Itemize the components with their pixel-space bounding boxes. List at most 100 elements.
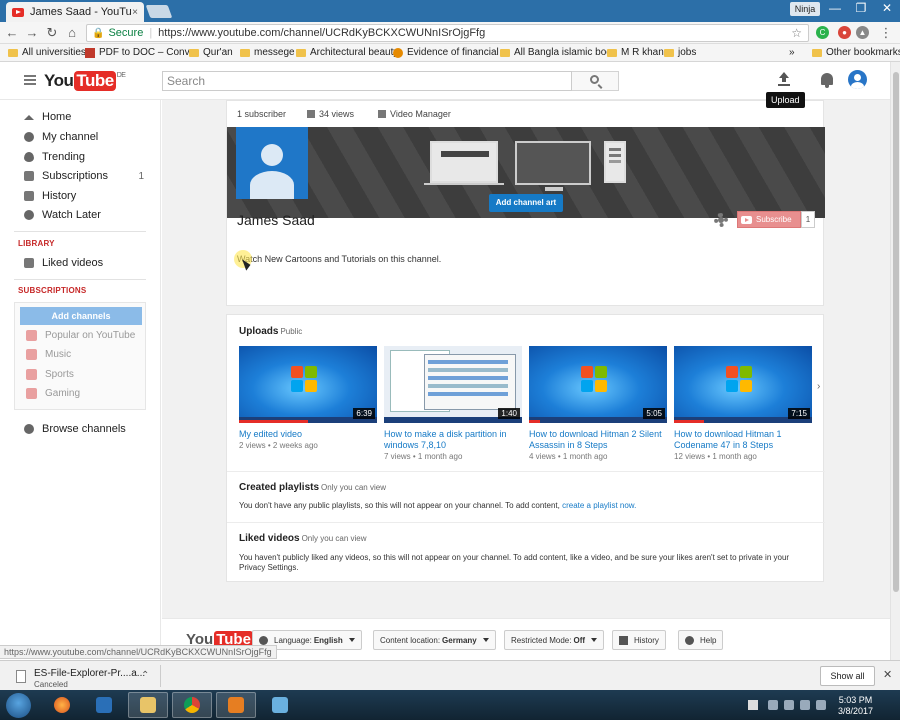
video-title[interactable]: How to make a disk partition in windows … — [384, 429, 522, 451]
subscribe-button[interactable]: Subscribe — [737, 211, 801, 228]
close-download-bar-icon[interactable]: ✕ — [883, 668, 892, 681]
video-thumbnail[interactable]: 1:40 — [384, 346, 522, 423]
taskbar-app-blue[interactable] — [260, 692, 300, 718]
windows-logo-icon — [581, 366, 607, 392]
bookmark-item[interactable]: jobs — [664, 47, 696, 58]
search-button[interactable] — [572, 71, 619, 91]
volume-icon[interactable] — [800, 700, 810, 710]
suggested-channel-popular[interactable]: Popular on YouTube — [26, 330, 135, 341]
channel-name: James Saad — [237, 212, 315, 228]
sidebar-item-liked-videos[interactable]: Liked videos — [24, 255, 144, 271]
suggested-channel-music[interactable]: Music — [26, 349, 71, 360]
extension-icon-green[interactable]: C — [816, 26, 829, 39]
bookmarks-bar: All universities PDF to DOC – Conver Qur… — [0, 44, 900, 62]
bookmark-item[interactable]: Qur'an — [189, 47, 233, 58]
tab-close-icon[interactable]: × — [132, 7, 138, 18]
taskbar-firefox[interactable] — [42, 692, 82, 718]
hamburger-menu-icon[interactable] — [24, 75, 36, 87]
suggested-channel-gaming[interactable]: Gaming — [26, 388, 80, 399]
download-filename[interactable]: ES-File-Explorer-Pr....a... — [34, 668, 145, 679]
sidebar-item-watch-later[interactable]: Watch Later — [24, 207, 144, 223]
help-button[interactable]: Help — [678, 630, 724, 650]
sidebar-item-my-channel[interactable]: My channel — [24, 129, 144, 145]
taskbar-app-orange[interactable] — [216, 692, 256, 718]
url-input[interactable]: 🔒 Secure | https://www.youtube.com/chann… — [86, 24, 809, 42]
video-duration: 1:40 — [498, 408, 520, 419]
bookmark-item[interactable]: Architectural beauty — [296, 47, 398, 58]
taskbar-chrome[interactable] — [172, 692, 212, 718]
tray-icon[interactable] — [768, 700, 778, 710]
bookmark-item[interactable]: messege — [240, 47, 295, 58]
scrollbar-thumb[interactable] — [893, 72, 899, 592]
suggested-channel-sports[interactable]: Sports — [26, 369, 74, 380]
shelf-next-arrow-icon[interactable]: › — [817, 381, 820, 392]
video-title[interactable]: How to download Hitman 2 Silent Assassin… — [529, 429, 667, 451]
video-thumbnail[interactable]: 7:15 — [674, 346, 812, 423]
windows-start-button[interactable] — [6, 693, 31, 718]
download-menu-chevron-icon[interactable]: ⌃ — [141, 670, 149, 681]
new-tab-button[interactable] — [145, 5, 173, 18]
sidebar-item-home[interactable]: Home — [24, 109, 144, 125]
other-bookmarks[interactable]: Other bookmarks — [812, 47, 900, 58]
video-thumbnail[interactable]: 6:39 — [239, 346, 377, 423]
sidebar-item-trending[interactable]: Trending — [24, 149, 144, 165]
restricted-mode-select[interactable]: Restricted Mode: Off — [504, 630, 605, 650]
content-location-select[interactable]: Content location: Germany — [373, 630, 496, 650]
close-window-button[interactable]: ✕ — [876, 1, 898, 15]
system-clock[interactable]: 5:03 PM 3/8/2017 — [838, 695, 873, 717]
forward-arrow-icon[interactable]: → — [24, 25, 40, 40]
sidebar-item-browse-channels[interactable]: Browse channels — [24, 421, 144, 437]
youtube-logo[interactable]: You Tube DE — [44, 71, 126, 91]
upload-icon[interactable] — [777, 72, 791, 88]
battery-icon[interactable] — [816, 700, 826, 710]
extension-icon-gray[interactable]: ▲ — [856, 26, 869, 39]
extension-icon-red[interactable]: ● — [838, 26, 851, 39]
search-input[interactable]: Search — [162, 71, 572, 91]
create-playlist-link[interactable]: create a playlist now. — [562, 501, 636, 510]
add-channels-button[interactable]: Add channels — [20, 307, 142, 325]
video-title[interactable]: My edited video — [239, 429, 377, 440]
sidebar-item-history[interactable]: History — [24, 188, 144, 204]
chrome-menu-icon[interactable]: ⋮ — [878, 25, 894, 41]
uploads-heading[interactable]: Uploads Public — [239, 326, 302, 337]
action-center-flag-icon[interactable] — [748, 700, 758, 710]
bookmark-item[interactable]: All universities — [8, 47, 86, 58]
bookmark-item[interactable]: All Bangla islamic boc — [500, 47, 611, 58]
bookmark-item[interactable]: PDF to DOC – Conver — [85, 47, 198, 58]
video-card[interactable]: 5:05 How to download Hitman 2 Silent Ass… — [529, 346, 667, 461]
restricted-value: Off — [573, 635, 586, 645]
minimize-button[interactable]: — — [824, 1, 846, 15]
home-page-icon[interactable]: ⌂ — [64, 25, 80, 40]
logo-tube: Tube — [74, 71, 116, 91]
bookmark-item[interactable]: Evidence of financial — [393, 47, 499, 58]
bookmarks-overflow-button[interactable]: » — [789, 47, 795, 58]
account-avatar[interactable] — [848, 70, 867, 89]
add-channel-art-button[interactable]: Add channel art — [489, 194, 563, 212]
page-scrollbar[interactable] — [890, 62, 900, 660]
sidebar-item-subscriptions[interactable]: Subscriptions 1 — [24, 168, 144, 184]
bookmark-item[interactable]: M R khan — [607, 47, 664, 58]
history-button[interactable]: History — [612, 630, 666, 650]
back-arrow-icon[interactable]: ← — [4, 25, 20, 40]
show-all-downloads-button[interactable]: Show all — [820, 666, 875, 686]
network-icon[interactable] — [784, 700, 794, 710]
reload-icon[interactable]: ↻ — [44, 25, 60, 41]
video-thumbnail[interactable]: 5:05 — [529, 346, 667, 423]
maximize-button[interactable]: ❐ — [850, 1, 872, 15]
history-icon — [24, 191, 34, 201]
video-card[interactable]: 7:15 How to download Hitman 1 Codename 4… — [674, 346, 812, 461]
video-title[interactable]: How to download Hitman 1 Codename 47 in … — [674, 429, 812, 451]
channel-avatar[interactable] — [236, 127, 308, 199]
bookmark-star-icon[interactable]: ☆ — [791, 26, 802, 40]
taskbar-explorer[interactable] — [128, 692, 168, 718]
video-card[interactable]: 6:39 My edited video 2 views • 2 weeks a… — [239, 346, 377, 450]
channel-settings-gear-icon[interactable] — [714, 213, 728, 227]
notifications-bell-icon[interactable] — [821, 73, 833, 88]
video-card[interactable]: 1:40 How to make a disk partition in win… — [384, 346, 522, 461]
taskbar-media-player[interactable] — [84, 692, 124, 718]
help-label: Help — [700, 635, 717, 645]
video-manager-link[interactable]: Video Manager — [378, 109, 451, 119]
browser-tab[interactable]: James Saad - YouTube × — [6, 2, 144, 22]
window-user-badge[interactable]: Ninja — [790, 2, 820, 16]
view-count: 34 views — [307, 109, 354, 119]
